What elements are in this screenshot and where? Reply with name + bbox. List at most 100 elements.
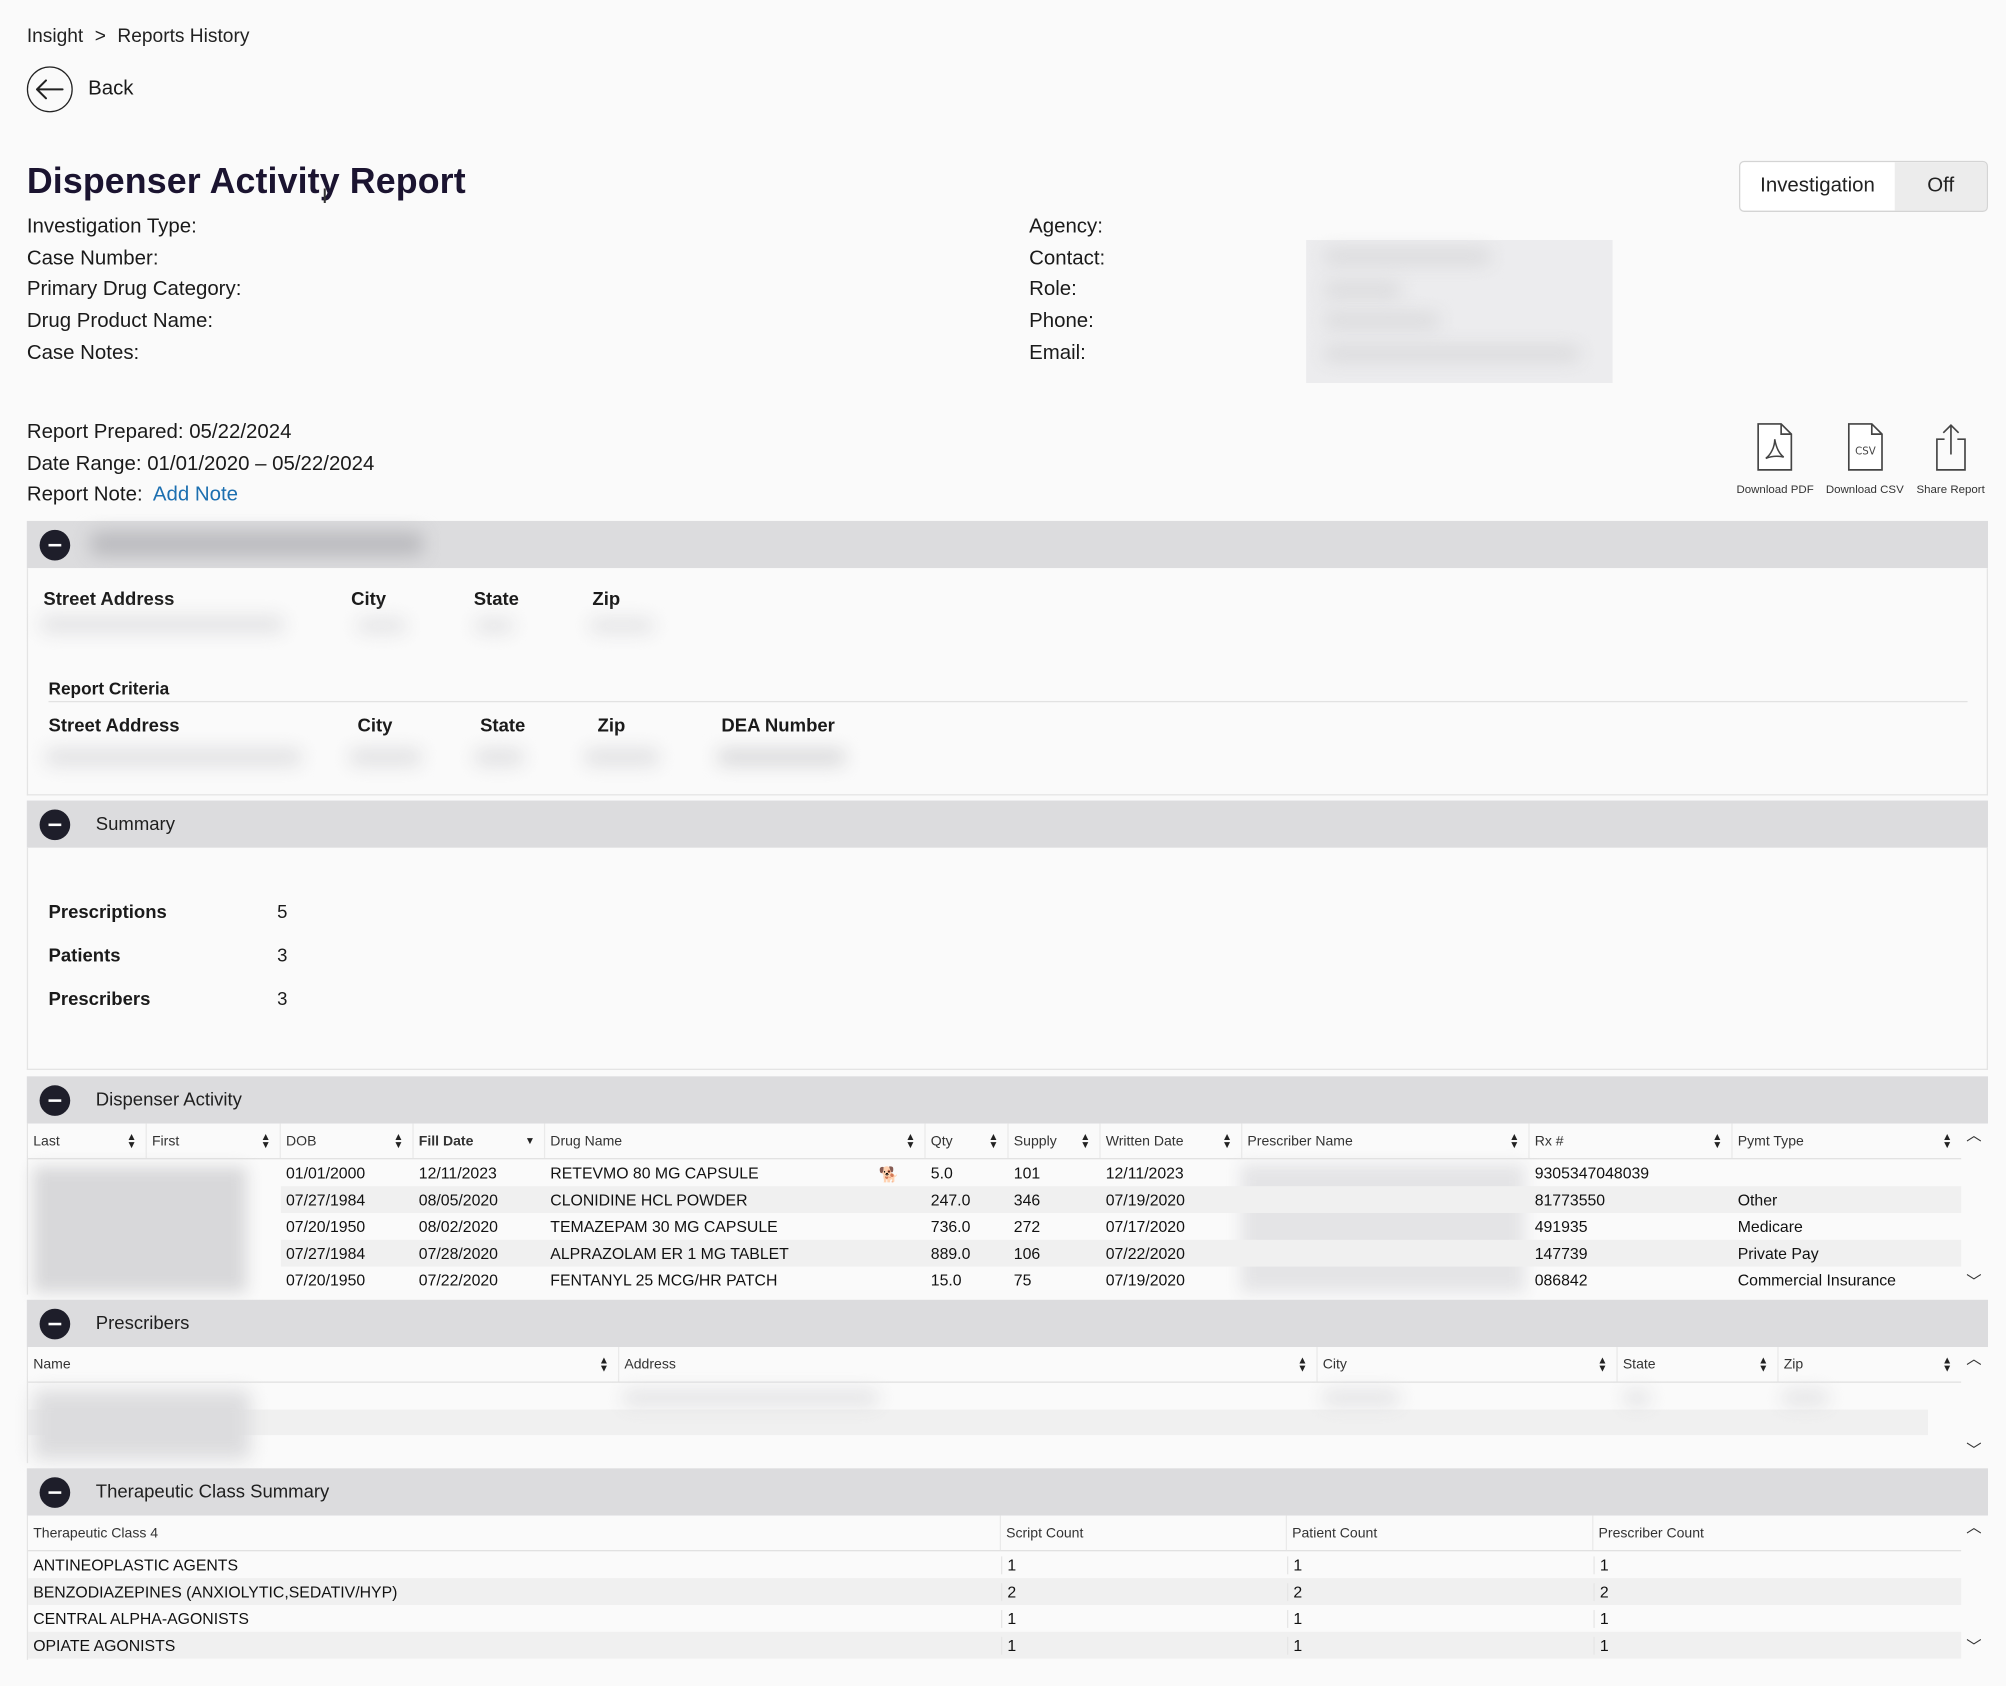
- col-fill-date[interactable]: Fill Date ▼: [414, 1123, 546, 1159]
- sort-arrows-icon: ▲ ▼: [1080, 1130, 1091, 1150]
- sort-arrows-icon: ▲ ▼: [393, 1130, 404, 1150]
- minus-circle-icon[interactable]: [39, 1084, 71, 1116]
- page-title: Dispenser Activity Report: [26, 160, 466, 201]
- download-pdf-button[interactable]: Download PDF: [1736, 421, 1814, 495]
- col-rx-number[interactable]: Rx # ▲ ▼: [1530, 1123, 1733, 1159]
- breadcrumb-root[interactable]: Insight: [27, 26, 83, 48]
- pdf-file-icon: [1757, 423, 1793, 471]
- table-row[interactable]: 01/01/2000 12/11/2023 RETEVMO 80 MG CAPS…: [281, 1159, 1961, 1186]
- criteria-street-address-header: Street Address: [48, 716, 180, 737]
- sort-arrows-icon: ▲ ▼: [1758, 1354, 1769, 1374]
- section-dispenser-header[interactable]: [26, 520, 1988, 569]
- table-row[interactable]: CENTRAL ALPHA-AGONISTS 1 1 1: [28, 1605, 1961, 1632]
- prescribers-scrollbar[interactable]: ︿ ﹀: [1961, 1347, 1987, 1461]
- minus-circle-icon[interactable]: [39, 1308, 71, 1339]
- col-qty[interactable]: Qty ▲ ▼: [926, 1123, 1009, 1159]
- section-summary-header[interactable]: Summary: [26, 800, 1988, 848]
- breadcrumb-current: Reports History: [117, 25, 250, 48]
- prescriptions-label: Prescriptions: [48, 902, 167, 924]
- col-zip[interactable]: Zip ▲ ▼: [1779, 1347, 1962, 1381]
- share-report-label: Share Report: [1916, 482, 1985, 496]
- chevron-up-icon[interactable]: ︿: [1966, 1516, 1981, 1538]
- col-therapeutic-class[interactable]: Therapeutic Class 4: [28, 1515, 1002, 1551]
- prescribers-label: Prescribers: [48, 989, 151, 1010]
- table-row[interactable]: 07/27/1984 07/28/2020 ALPRAZOLAM ER 1 MG…: [280, 1239, 1962, 1267]
- col-prescriber-name[interactable]: Prescriber Name ▲ ▼: [1242, 1123, 1530, 1159]
- animal-icon: 🐕: [878, 1165, 900, 1182]
- grid-header: Last ▲ ▼ First ▲ ▼ DOB ▲ ▼ Fill Date ▼ Drug Nam…: [28, 1123, 1962, 1160]
- table-row[interactable]: OPIATE AGONISTS 1 1 1: [28, 1631, 1962, 1659]
- col-drug-name[interactable]: Drug Name ▲ ▼: [545, 1123, 926, 1159]
- dispenser-panel: Street Address City State Zip Report Cri…: [26, 568, 1988, 796]
- zip-header: Zip: [592, 589, 621, 611]
- col-written-date[interactable]: Written Date ▲ ▼: [1101, 1123, 1243, 1159]
- sort-arrows-icon: ▲ ▼: [1597, 1354, 1608, 1374]
- sort-arrows-icon: ▲ ▼: [126, 1130, 137, 1150]
- col-pymt-type[interactable]: Pymt Type ▲ ▼: [1733, 1124, 1962, 1158]
- contact-label: Contact:: [1029, 247, 1106, 270]
- col-dob[interactable]: DOB ▲ ▼: [281, 1123, 414, 1159]
- phone-label: Phone:: [1029, 310, 1094, 333]
- prescribers-grid: Name ▲ ▼ Address ▲ ▼ City ▲ ▼ State ▲ ▼ Zip ▲ ▼ ︿ ﹀: [26, 1347, 1988, 1464]
- prescriptions-value: 5: [277, 902, 288, 924]
- case-notes-label: Case Notes:: [26, 341, 140, 364]
- download-csv-button[interactable]: CSV Download CSV: [1826, 421, 1904, 495]
- prescribers-title: Prescribers: [95, 1313, 190, 1334]
- table-row[interactable]: ANTINEOPLASTIC AGENTS 1 1 1: [28, 1551, 1961, 1578]
- report-prepared: Report Prepared: 05/22/2024: [26, 421, 292, 444]
- text-cursor-icon: I: [321, 183, 328, 209]
- back-button[interactable]: Back: [26, 66, 134, 113]
- chevron-down-icon[interactable]: ﹀: [1966, 1270, 1981, 1292]
- therapeutic-title: Therapeutic Class Summary: [95, 1481, 330, 1503]
- section-prescribers-header[interactable]: Prescribers: [26, 1299, 1988, 1348]
- col-patient-count[interactable]: Patient Count: [1287, 1515, 1594, 1551]
- chevron-down-icon[interactable]: ﹀: [1966, 1636, 1981, 1658]
- toggle-label: Investigation: [1760, 174, 1875, 197]
- table-row[interactable]: 07/20/1950 07/22/2020 FENTANYL 25 MCG/HR…: [281, 1267, 1961, 1294]
- table-row[interactable]: 07/27/1984 08/05/2020 CLONIDINE HCL POWD…: [280, 1186, 1962, 1213]
- share-report-button[interactable]: Share Report: [1916, 421, 1985, 496]
- redacted-dispenser-name: [90, 532, 423, 556]
- sort-arrows-icon: ▲ ▼: [260, 1130, 271, 1150]
- section-dispenser-activity-header[interactable]: Dispenser Activity: [26, 1076, 1988, 1124]
- table-row[interactable]: BENZODIAZEPINES (ANXIOLYTIC,SEDATIV/HYP)…: [28, 1578, 1962, 1605]
- street-address-header: Street Address: [43, 589, 175, 611]
- col-prescriber-count[interactable]: Prescriber Count: [1593, 1516, 1961, 1550]
- sort-arrows-icon: ▲ ▼: [1942, 1354, 1953, 1374]
- sort-arrows-icon: ▲ ▼: [905, 1130, 916, 1150]
- investigation-type-label: Investigation Type:: [26, 215, 197, 238]
- therapeutic-scrollbar[interactable]: ︿ ﹀: [1961, 1516, 1987, 1658]
- city-header: City: [351, 589, 387, 611]
- minus-circle-icon[interactable]: [39, 1476, 71, 1508]
- add-note-link[interactable]: Add Note: [153, 484, 238, 506]
- col-state[interactable]: State ▲ ▼: [1618, 1347, 1779, 1382]
- table-row[interactable]: [28, 1409, 1928, 1436]
- minus-circle-icon[interactable]: [39, 808, 71, 840]
- sort-arrows-icon: ▲ ▼: [1221, 1130, 1233, 1150]
- sort-arrows-icon: ▲ ▼: [1712, 1130, 1723, 1150]
- chevron-up-icon[interactable]: ︿: [1966, 1124, 1981, 1146]
- minus-circle-icon[interactable]: [39, 529, 71, 560]
- arrow-left-icon: [26, 66, 73, 113]
- table-row[interactable]: 07/20/1950 08/02/2020 TEMAZEPAM 30 MG CA…: [281, 1213, 1961, 1240]
- col-script-count[interactable]: Script Count: [1001, 1515, 1288, 1551]
- toggle-value[interactable]: Off: [1894, 162, 1987, 211]
- dispenser-activity-title: Dispenser Activity: [95, 1089, 242, 1111]
- state-header: State: [473, 589, 519, 611]
- col-supply[interactable]: Supply ▲ ▼: [1009, 1123, 1101, 1159]
- section-therapeutic-header[interactable]: Therapeutic Class Summary: [26, 1468, 1988, 1516]
- report-meta: Report Prepared: 05/22/2024 Date Range: …: [27, 418, 375, 513]
- col-name[interactable]: Name ▲ ▼: [28, 1347, 620, 1382]
- redacted-prescriber-rows: [33, 1390, 251, 1460]
- col-city[interactable]: City ▲ ▼: [1318, 1347, 1618, 1382]
- col-last[interactable]: Last ▲ ▼: [28, 1123, 147, 1159]
- investigation-toggle[interactable]: Investigation Off: [1739, 160, 1988, 212]
- sort-arrows-icon: ▲ ▼: [1942, 1130, 1953, 1150]
- patients-label: Patients: [48, 946, 121, 967]
- col-address[interactable]: Address ▲ ▼: [619, 1347, 1318, 1382]
- chevron-up-icon[interactable]: ︿: [1966, 1347, 1981, 1369]
- date-range: Date Range: 01/01/2020 – 05/22/2024: [26, 452, 375, 475]
- chevron-down-icon[interactable]: ﹀: [1966, 1439, 1981, 1461]
- col-first[interactable]: First ▲ ▼: [147, 1123, 281, 1159]
- dispenser-activity-scrollbar[interactable]: ︿ ﹀: [1961, 1124, 1987, 1293]
